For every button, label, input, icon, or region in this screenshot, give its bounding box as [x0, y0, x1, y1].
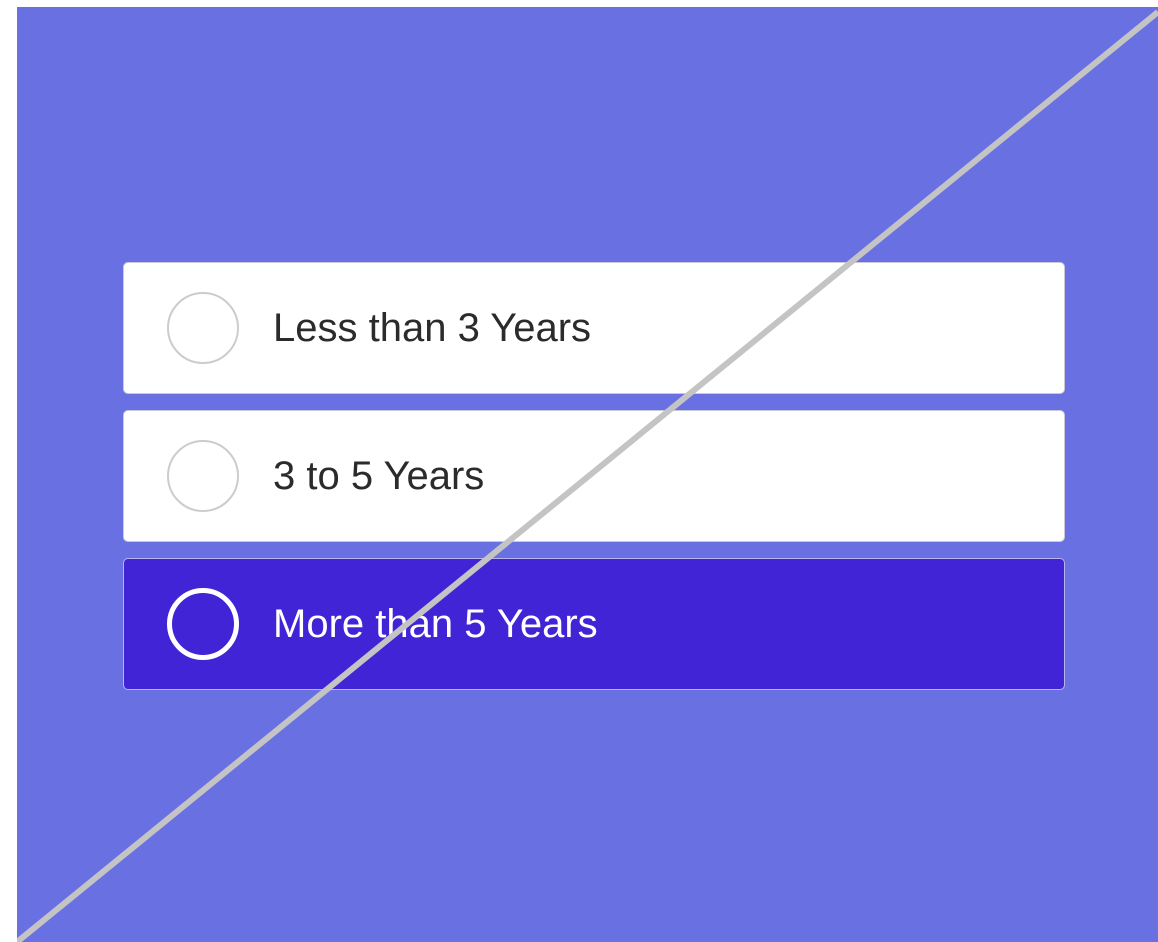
- radio-group: Less than 3 Years 3 to 5 Years More than…: [123, 262, 1065, 706]
- option-less-than-3-years[interactable]: Less than 3 Years: [123, 262, 1065, 394]
- option-label: More than 5 Years: [273, 602, 598, 646]
- radio-button-selected-icon[interactable]: [167, 588, 239, 660]
- option-label: 3 to 5 Years: [273, 454, 485, 498]
- option-3-to-5-years[interactable]: 3 to 5 Years: [123, 410, 1065, 542]
- radio-button-icon[interactable]: [167, 292, 239, 364]
- choice-panel: Less than 3 Years 3 to 5 Years More than…: [17, 7, 1158, 942]
- radio-button-icon[interactable]: [167, 440, 239, 512]
- option-more-than-5-years[interactable]: More than 5 Years: [123, 558, 1065, 690]
- option-label: Less than 3 Years: [273, 306, 592, 350]
